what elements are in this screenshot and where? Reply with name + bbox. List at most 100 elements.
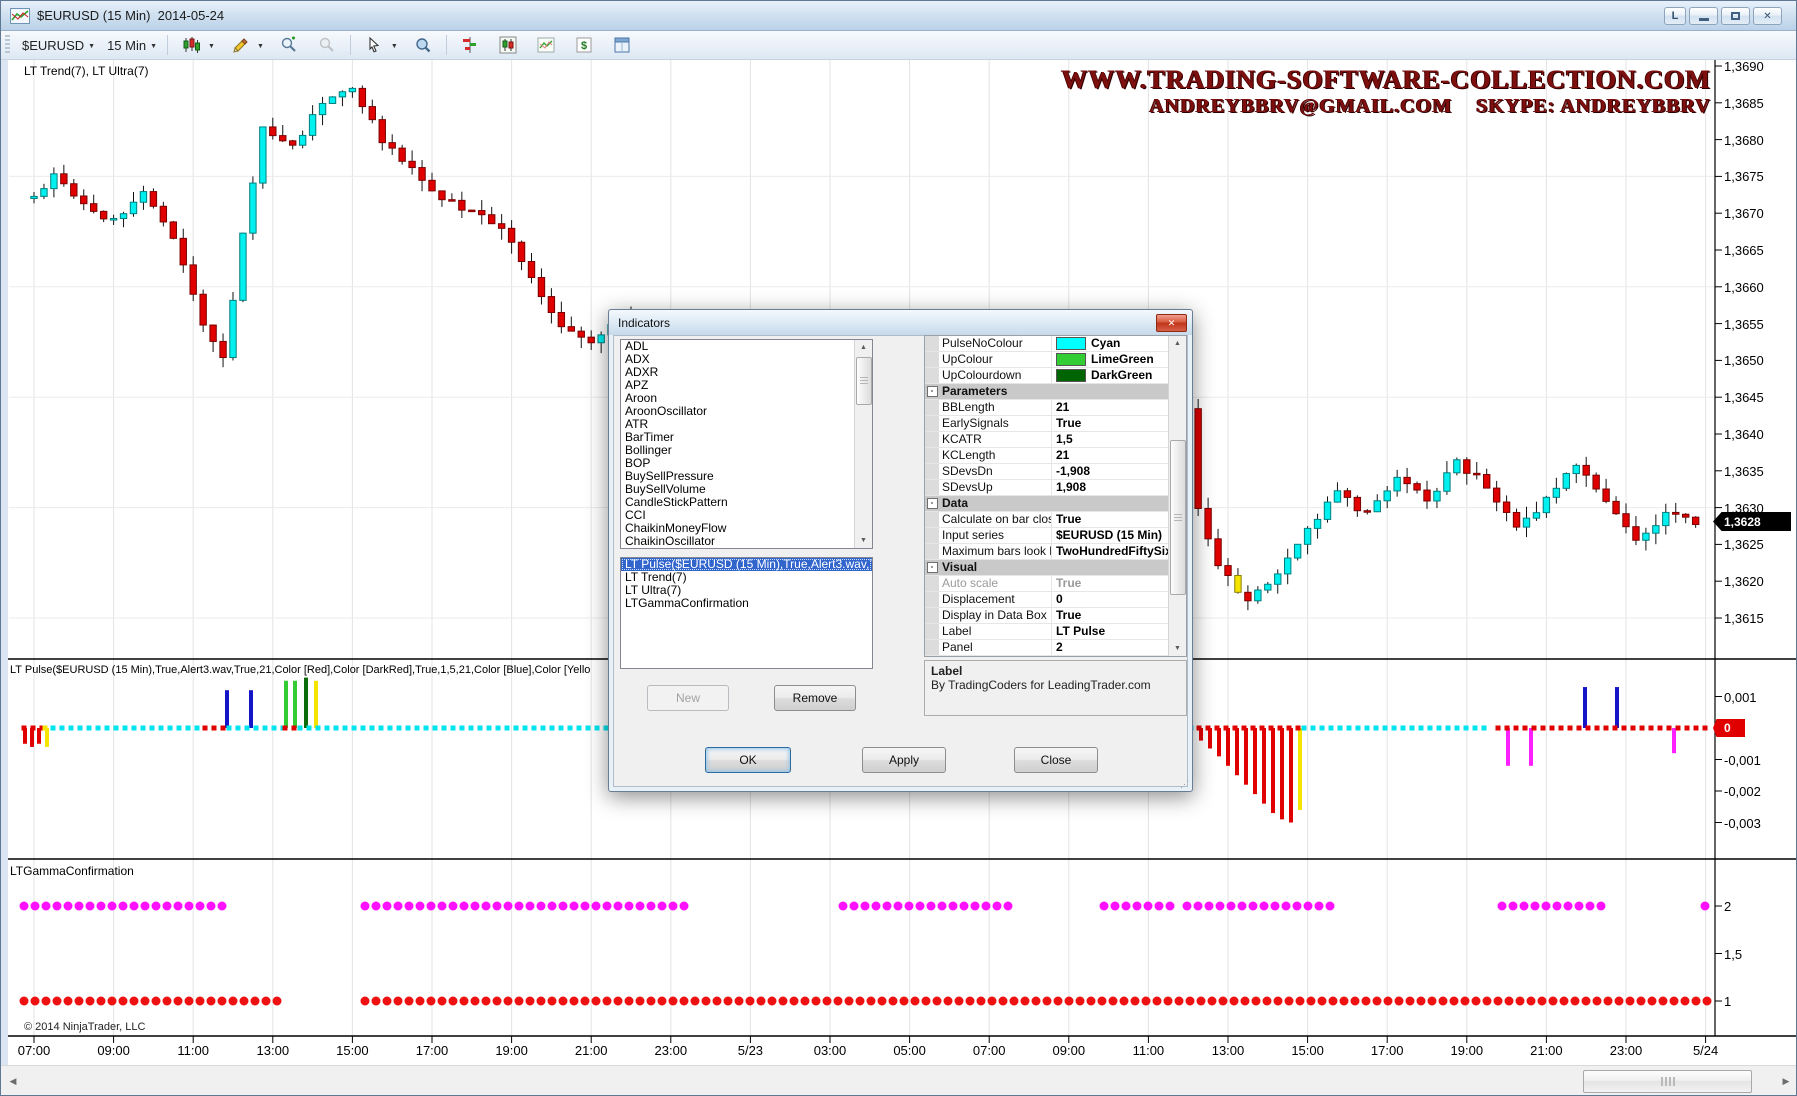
scroll-right-icon[interactable]: ▶ <box>1776 1071 1796 1091</box>
property-value[interactable]: Cyan <box>1052 336 1186 351</box>
indicator-list-item[interactable]: APZ <box>621 379 872 392</box>
property-row[interactable]: Displacement0 <box>925 592 1186 608</box>
collapse-icon[interactable]: - <box>925 560 939 575</box>
property-value[interactable]: 21 <box>1052 448 1186 463</box>
property-value[interactable]: 21 <box>1052 400 1186 415</box>
property-value[interactable]: 1,908 <box>1052 480 1186 495</box>
row-margin <box>925 336 939 351</box>
ok-button-label: OK <box>739 753 756 767</box>
property-row[interactable]: -Data <box>925 496 1186 512</box>
ok-button[interactable]: OK <box>705 747 791 773</box>
configured-indicator-item[interactable]: LT Pulse($EURUSD (15 Min),True,Alert3.wa… <box>621 558 872 571</box>
property-name: BBLength <box>939 400 1052 415</box>
grid-scrollbar[interactable]: ▲ ▼ <box>1168 336 1186 656</box>
indicator-list-item[interactable]: Aroon <box>621 392 872 405</box>
property-row[interactable]: KCLength21 <box>925 448 1186 464</box>
property-row[interactable]: PulseNoColourCyan <box>925 336 1186 352</box>
property-value[interactable]: 0 <box>1052 592 1186 607</box>
scrollbar-thumb[interactable] <box>1170 440 1186 595</box>
indicator-list-item[interactable]: ATR <box>621 418 872 431</box>
property-row[interactable]: -Visual <box>925 560 1186 576</box>
collapse-icon[interactable]: - <box>925 384 939 399</box>
property-row[interactable]: SDevsUp1,908 <box>925 480 1186 496</box>
new-button[interactable]: New <box>647 685 729 711</box>
property-row[interactable]: LabelLT Pulse <box>925 624 1186 640</box>
property-row[interactable]: Input series$EURUSD (15 Min) <box>925 528 1186 544</box>
scroll-up-icon[interactable]: ▲ <box>1170 336 1185 351</box>
property-value[interactable]: $EURUSD (15 Min) <box>1052 528 1186 543</box>
time-tick-label: 17:00 <box>1355 1043 1419 1058</box>
new-button-label: New <box>676 691 700 705</box>
property-row[interactable]: BBLength21 <box>925 400 1186 416</box>
property-value[interactable]: True <box>1052 512 1186 527</box>
property-grid[interactable]: PulseNoColourCyanUpColourLimeGreenUpColo… <box>924 335 1187 657</box>
watermark-line2: ANDREYBBRV@GMAIL.COM SKYPE: ANDREYBBRV <box>1062 95 1711 118</box>
property-row[interactable]: -Parameters <box>925 384 1186 400</box>
scrollbar-thumb[interactable] <box>856 357 872 405</box>
property-value[interactable]: -1,908 <box>1052 464 1186 479</box>
configured-indicators-list[interactable]: LT Pulse($EURUSD (15 Min),True,Alert3.wa… <box>620 557 873 669</box>
indicator-list-item[interactable]: ChaikinOscillator <box>621 535 872 548</box>
scroll-down-icon[interactable]: ▼ <box>1170 641 1185 656</box>
pulse-tick-label: 0,001 <box>1724 690 1757 705</box>
indicator-list-item[interactable]: BOP <box>621 457 872 470</box>
property-row[interactable]: UpColourLimeGreen <box>925 352 1186 368</box>
resize-grip-icon[interactable]: ⋰ <box>1180 779 1189 790</box>
property-row[interactable]: SDevsDn-1,908 <box>925 464 1186 480</box>
indicator-list-item[interactable]: ADXR <box>621 366 872 379</box>
property-name: SDevsUp <box>939 480 1052 495</box>
property-value[interactable]: True <box>1052 416 1186 431</box>
available-indicators-list[interactable]: ▲ ▼ ADLADXADXRAPZAroonAroonOscillatorATR… <box>620 339 873 549</box>
property-row[interactable]: Auto scaleTrue <box>925 576 1186 592</box>
scroll-down-icon[interactable]: ▼ <box>856 533 871 548</box>
indicator-list-item[interactable]: ChaikinMoneyFlow <box>621 522 872 535</box>
close-dialog-button[interactable]: Close <box>1014 747 1098 773</box>
row-margin <box>925 432 939 447</box>
property-row[interactable]: Maximum bars look lTwoHundredFiftySix <box>925 544 1186 560</box>
property-value[interactable]: 2 <box>1052 640 1186 655</box>
indicator-list-item[interactable]: CandleStickPattern <box>621 496 872 509</box>
scroll-up-icon[interactable]: ▲ <box>856 340 871 355</box>
indicator-list-item[interactable]: BarTimer <box>621 431 872 444</box>
remove-button[interactable]: Remove <box>774 685 856 711</box>
time-tick-label: 09:00 <box>1037 1043 1101 1058</box>
close-button-label: Close <box>1041 753 1072 767</box>
configured-indicator-item[interactable]: LT Trend(7) <box>621 571 872 584</box>
property-value[interactable]: LimeGreen <box>1052 352 1186 367</box>
apply-button[interactable]: Apply <box>862 747 946 773</box>
scroll-left-icon[interactable]: ◀ <box>3 1071 23 1091</box>
indicator-list-item[interactable]: BuySellVolume <box>621 483 872 496</box>
time-tick-label: 17:00 <box>400 1043 464 1058</box>
indicator-list-item[interactable]: BuySellPressure <box>621 470 872 483</box>
indicator-list-item[interactable]: AroonOscillator <box>621 405 872 418</box>
price-tick-label: 1,3670 <box>1724 206 1764 221</box>
property-row[interactable]: EarlySignalsTrue <box>925 416 1186 432</box>
dialog-title-bar[interactable]: Indicators <box>609 310 1192 335</box>
property-row[interactable]: KCATR1,5 <box>925 432 1186 448</box>
dialog-close-button[interactable]: ✕ <box>1156 314 1187 332</box>
property-row[interactable]: Panel2 <box>925 640 1186 656</box>
indicators-dialog[interactable]: Indicators ✕ ▲ ▼ ADLADXADXRAPZAroonAroon… <box>608 309 1193 792</box>
property-row[interactable]: Display in Data BoxTrue <box>925 608 1186 624</box>
indicator-list-item[interactable]: ADX <box>621 353 872 366</box>
configured-indicator-item[interactable]: LTGammaConfirmation <box>621 597 872 610</box>
row-margin <box>925 400 939 415</box>
property-value[interactable]: TwoHundredFiftySix <box>1052 544 1186 559</box>
property-value[interactable]: 1,5 <box>1052 432 1186 447</box>
row-margin <box>925 416 939 431</box>
property-value[interactable]: True <box>1052 608 1186 623</box>
indicator-list-item[interactable]: ADL <box>621 340 872 353</box>
property-row[interactable]: UpColourdownDarkGreen <box>925 368 1186 384</box>
indicator-list-item[interactable]: Bollinger <box>621 444 872 457</box>
indicator-list-item[interactable]: CCI <box>621 509 872 522</box>
collapse-icon[interactable]: - <box>925 496 939 511</box>
scrollbar-thumb[interactable] <box>1583 1070 1752 1093</box>
gamma-tick-label: 2 <box>1724 899 1731 914</box>
property-value[interactable]: LT Pulse <box>1052 624 1186 639</box>
list-scrollbar[interactable]: ▲ ▼ <box>854 340 872 548</box>
property-value[interactable]: DarkGreen <box>1052 368 1186 383</box>
horizontal-scrollbar[interactable]: ◀ ▶ <box>1 1065 1797 1096</box>
property-row[interactable]: Calculate on bar closTrue <box>925 512 1186 528</box>
property-value[interactable]: True <box>1052 576 1186 591</box>
configured-indicator-item[interactable]: LT Ultra(7) <box>621 584 872 597</box>
